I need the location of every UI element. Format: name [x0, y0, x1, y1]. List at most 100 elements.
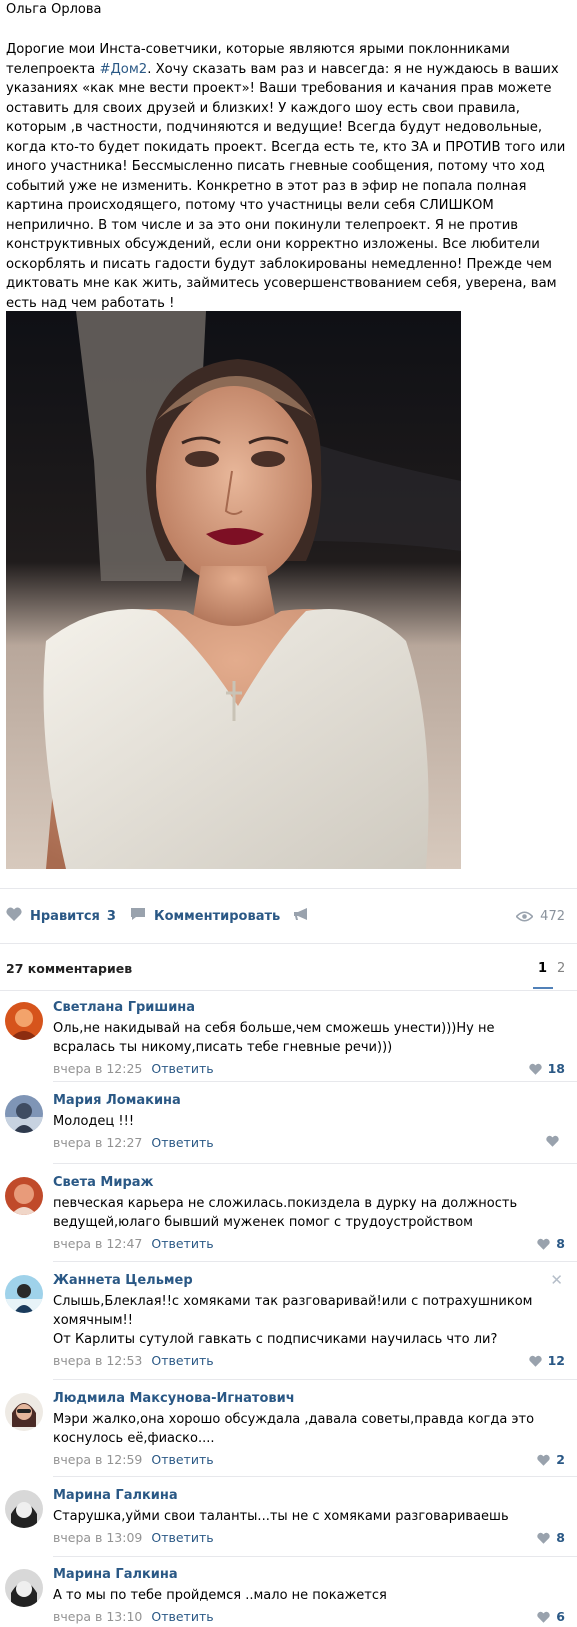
comment-time[interactable]: вчера в 13:09: [53, 1530, 142, 1545]
heart-icon: [528, 1063, 542, 1075]
divider: [0, 943, 577, 944]
comment-author[interactable]: Жаннета Цельмер: [53, 1273, 193, 1288]
share-button[interactable]: [293, 898, 317, 934]
comment-like-button[interactable]: 6: [537, 1609, 565, 1624]
divider: [53, 1556, 577, 1557]
post-photo[interactable]: [6, 311, 461, 869]
heart-icon: [546, 1135, 559, 1147]
comment-text: Оль,не накидывай на себя больше,чем смож…: [53, 1021, 495, 1055]
reply-link[interactable]: Ответить: [151, 1609, 213, 1624]
divider: [53, 1476, 577, 1477]
megaphone-icon: [293, 907, 309, 925]
comment-like-button[interactable]: 18: [528, 1061, 565, 1076]
comment-text: А то мы по тебе пройдемся ..мало не пока…: [53, 1588, 387, 1603]
like-count: 3: [106, 908, 116, 924]
comment-text: Старушка,уйми свои таланты...ты не с хом…: [53, 1509, 509, 1524]
comment-time[interactable]: вчера в 12:25: [53, 1061, 142, 1076]
divider: [53, 1379, 577, 1380]
reply-link[interactable]: Ответить: [151, 1452, 213, 1467]
speech-bubble-icon: [130, 907, 146, 925]
page-2-link[interactable]: 2: [557, 961, 565, 976]
divider: [53, 1081, 577, 1082]
comment-text: певческая карьера не сложилась.покиздела…: [53, 1196, 518, 1230]
comment-time[interactable]: вчера в 13:10: [53, 1609, 142, 1624]
comment-item: Марина Галкина А то мы по тебе пройдемся…: [0, 1565, 577, 1627]
divider: [53, 1261, 577, 1262]
comment-like-count: 2: [556, 1452, 565, 1467]
comment-time[interactable]: вчера в 12:59: [53, 1452, 142, 1467]
comment-item: Света Мираж певческая карьера не сложила…: [0, 1173, 577, 1259]
comment-text: Слышь,Блеклая!!с хомяками так разговарив…: [53, 1294, 533, 1347]
comment-time[interactable]: вчера в 12:47: [53, 1236, 142, 1251]
heart-icon: [6, 907, 22, 925]
comment-item: Мария Ломакина Молодец !!! вчера в 12:27…: [0, 1091, 577, 1161]
like-button[interactable]: Нравится 3: [6, 898, 116, 934]
reply-link[interactable]: Ответить: [151, 1061, 213, 1076]
comments-count: 27 комментариев: [6, 961, 133, 976]
comment-like-count: 8: [556, 1530, 565, 1545]
close-icon[interactable]: ✕: [550, 1271, 563, 1289]
comment-item: Марина Галкина Старушка,уйми свои талант…: [0, 1486, 577, 1556]
reply-link[interactable]: Ответить: [151, 1530, 213, 1545]
post-photo-image: [6, 311, 461, 869]
reply-link[interactable]: Ответить: [151, 1236, 213, 1251]
comment-like-count: 18: [547, 1061, 565, 1076]
comment-time[interactable]: вчера в 12:27: [53, 1135, 142, 1150]
comment-author[interactable]: Марина Галкина: [53, 1488, 178, 1503]
comment-author[interactable]: Светлана Гришина: [53, 1000, 195, 1015]
post-author[interactable]: Ольга Орлова: [6, 2, 102, 17]
post-actions: Нравится 3 Комментировать 472: [0, 898, 577, 934]
active-page-indicator: [533, 987, 553, 989]
comment-meta: вчера в 12:47 Ответить: [53, 1236, 214, 1251]
comment-label: Комментировать: [154, 908, 281, 924]
comment-meta: вчера в 12:59 Ответить: [53, 1452, 214, 1467]
comment-meta: вчера в 12:27 Ответить: [53, 1135, 214, 1150]
avatar[interactable]: [5, 1002, 43, 1040]
comments-header: 27 комментариев 1 2: [0, 950, 577, 990]
comment-author[interactable]: Света Мираж: [53, 1175, 153, 1190]
comment-author[interactable]: Мария Ломакина: [53, 1093, 181, 1108]
page-1-link[interactable]: 1: [538, 961, 547, 976]
avatar[interactable]: [5, 1569, 43, 1607]
post-text-part2: . Хочу сказать вам раз и навсегда: я не …: [6, 61, 566, 311]
avatar[interactable]: [5, 1490, 43, 1528]
comment-like-button[interactable]: 12: [528, 1353, 565, 1368]
comment-meta: вчера в 12:53 Ответить: [53, 1353, 214, 1368]
heart-icon: [537, 1532, 551, 1544]
comment-time[interactable]: вчера в 12:53: [53, 1353, 142, 1368]
comment-like-count: 12: [547, 1353, 565, 1368]
divider: [53, 1163, 577, 1164]
comment-meta: вчера в 13:09 Ответить: [53, 1530, 214, 1545]
avatar[interactable]: [5, 1275, 43, 1313]
comment-meta: вчера в 12:25 Ответить: [53, 1061, 214, 1076]
views-count: 472: [540, 908, 565, 924]
comment-meta: вчера в 13:10 Ответить: [53, 1609, 214, 1624]
comment-author[interactable]: Людмила Максунова-Игнатович: [53, 1391, 295, 1406]
comment-like-button[interactable]: 2: [537, 1452, 565, 1467]
post-text: Дорогие мои Инста-советчики, которые явл…: [6, 40, 572, 313]
post-hashtag[interactable]: #Дом2: [99, 62, 147, 77]
comment-like-button[interactable]: 8: [537, 1236, 565, 1251]
comment-button[interactable]: Комментировать: [130, 898, 280, 934]
divider: [0, 888, 577, 889]
comment-like-count: 8: [556, 1236, 565, 1251]
comment-item: Людмила Максунова-Игнатович Мэри жалко,о…: [0, 1389, 577, 1475]
avatar[interactable]: [5, 1095, 43, 1133]
comment-item: Светлана Гришина Оль,не накидывай на себ…: [0, 998, 577, 1084]
comment-like-button[interactable]: [546, 1135, 565, 1147]
like-label: Нравится: [30, 908, 100, 924]
heart-icon: [537, 1454, 551, 1466]
heart-icon: [537, 1611, 551, 1623]
reply-link[interactable]: Ответить: [151, 1135, 213, 1150]
reply-link[interactable]: Ответить: [151, 1353, 213, 1368]
avatar[interactable]: [5, 1177, 43, 1215]
comment-text: Молодец !!!: [53, 1114, 135, 1129]
divider: [0, 990, 577, 991]
heart-icon: [528, 1355, 542, 1367]
comment-text: Мэри жалко,она хорошо обсуждала ,давала …: [53, 1412, 535, 1446]
comment-item: Жаннета Цельмер ✕ Слышь,Блеклая!!с хомяк…: [0, 1271, 577, 1371]
comment-author[interactable]: Марина Галкина: [53, 1567, 178, 1582]
comment-like-button[interactable]: 8: [537, 1530, 565, 1545]
views-counter: 472: [516, 898, 565, 934]
avatar[interactable]: [5, 1393, 43, 1431]
